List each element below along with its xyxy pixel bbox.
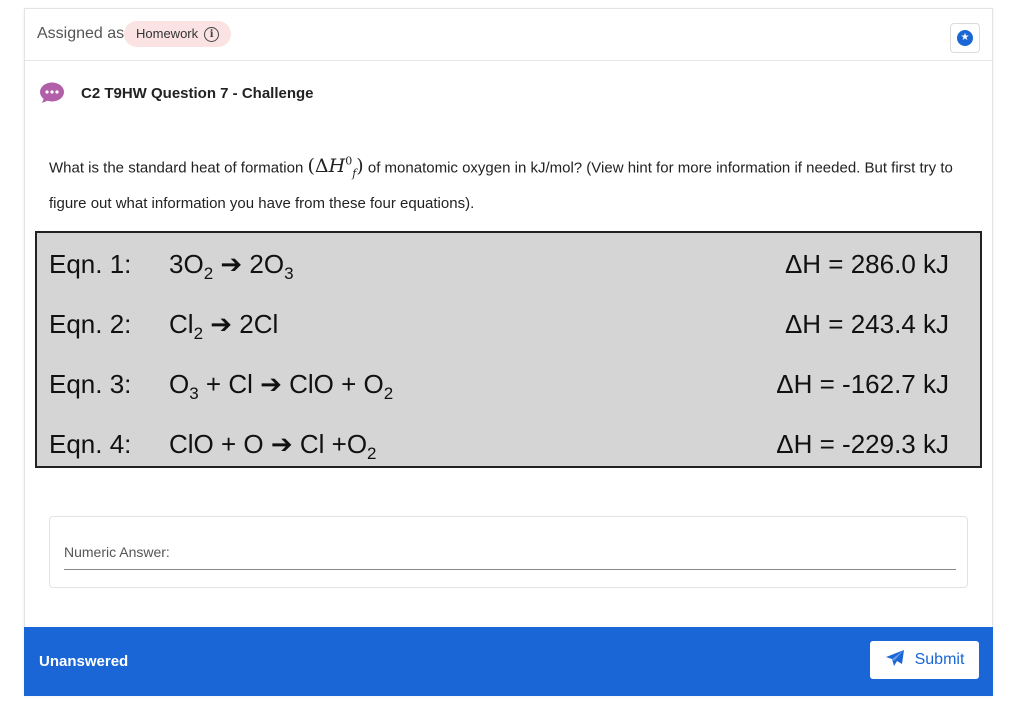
answer-status: Unanswered: [39, 653, 129, 670]
equation-row-1: Eqn. 1: 3O2 ➔ 2O3 ΔH = 286.0 kJ: [49, 249, 969, 284]
assignment-bar: Assigned as Homework i ★: [25, 9, 992, 61]
chat-bubble-icon: [39, 82, 65, 104]
equation-reaction: ClO + O ➔ Cl +O2: [169, 429, 377, 464]
equation-enthalpy: ΔH = 286.0 kJ: [784, 249, 949, 279]
equation-reaction: Cl2 ➔ 2Cl: [169, 309, 279, 344]
star-icon: ★: [957, 30, 973, 46]
equation-enthalpy: ΔH = 243.4 kJ: [784, 309, 949, 339]
equation-row-2: Eqn. 2: Cl2 ➔ 2Cl ΔH = 243.4 kJ: [49, 309, 969, 344]
equation-row-3: Eqn. 3: O3 + Cl ➔ ClO + O2 ΔH = -162.7 k…: [49, 369, 969, 404]
heat-of-formation-symbol: (ΔH0f): [307, 155, 364, 181]
submission-footer: Unanswered Submit: [24, 627, 993, 696]
submit-button[interactable]: Submit: [870, 641, 979, 679]
info-icon[interactable]: i: [204, 26, 220, 42]
equation-reaction: 3O2 ➔ 2O3: [169, 249, 294, 284]
question-card: Assigned as Homework i ★ C2 T9HW Questio…: [24, 8, 993, 696]
equation-label: Eqn. 4:: [49, 429, 132, 459]
question-text-before: What is the standard heat of formation: [49, 159, 304, 177]
equation-label: Eqn. 1:: [49, 249, 132, 279]
equation-label: Eqn. 3:: [49, 369, 132, 399]
equation-label: Eqn. 2:: [49, 309, 132, 339]
assigned-label: Assigned as: [37, 25, 125, 42]
answer-box: Numeric Answer:: [49, 516, 968, 588]
equation-reaction: O3 + Cl ➔ ClO + O2: [169, 369, 394, 404]
bookmark-button[interactable]: ★: [950, 23, 980, 53]
equation-row-4: Eqn. 4: ClO + O ➔ Cl +O2 ΔH = -229.3 kJ: [49, 429, 969, 464]
equation-enthalpy: ΔH = -162.7 kJ: [776, 369, 949, 399]
badge-label: Homework: [136, 26, 199, 41]
numeric-answer-input[interactable]: [64, 541, 956, 570]
paper-plane-icon: [885, 649, 905, 672]
homework-badge[interactable]: Homework i: [124, 21, 232, 47]
submit-label: Submit: [914, 651, 965, 668]
equation-enthalpy: ΔH = -229.3 kJ: [776, 429, 949, 459]
question-text: What is the standard heat of formation (…: [49, 147, 959, 219]
question-title: C2 T9HW Question 7 - Challenge: [81, 84, 314, 102]
equations-box: Eqn. 1: 3O2 ➔ 2O3 ΔH = 286.0 kJ Eqn. 2: …: [35, 231, 982, 468]
question-header: C2 T9HW Question 7 - Challenge: [39, 82, 314, 104]
